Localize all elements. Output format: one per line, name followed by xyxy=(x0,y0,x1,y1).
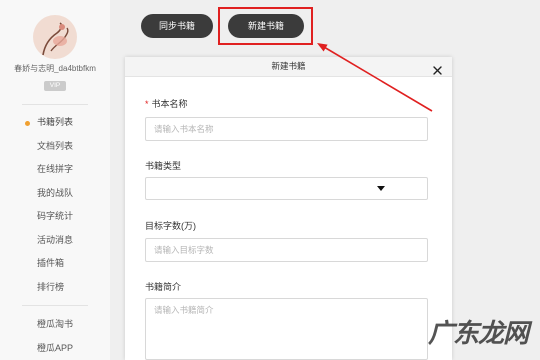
sidebar-item-label: 文档列表 xyxy=(37,140,74,151)
book-name-input[interactable] xyxy=(145,117,428,141)
sidebar-item-label: 码字统计 xyxy=(37,211,74,221)
sidebar-item-label: 活动消息 xyxy=(37,234,74,245)
divider xyxy=(22,305,88,306)
divider xyxy=(22,104,88,105)
sidebar-item-online-writing[interactable]: 在线拼字 xyxy=(0,158,110,182)
avatar[interactable] xyxy=(33,15,77,59)
sidebar-item-label: 我的战队 xyxy=(37,187,74,198)
sidebar-item-app[interactable]: 橙瓜APP xyxy=(0,337,110,360)
sidebar-item-book-store[interactable]: 橙瓜淘书 xyxy=(0,313,110,337)
book-type-select[interactable] xyxy=(145,177,428,200)
sidebar-item-rankings[interactable]: 排行榜 xyxy=(0,276,110,300)
sidebar-item-label: 排行榜 xyxy=(37,281,65,292)
dialog-header: 新建书籍 xyxy=(125,57,452,77)
highlight-box xyxy=(218,7,313,45)
book-name-label-text: 书本名称 xyxy=(151,99,188,109)
sidebar-item-label: 橙瓜APP xyxy=(37,342,74,353)
active-dot-icon xyxy=(25,120,30,126)
sidebar-extra-menu: 橙瓜淘书 橙瓜APP xyxy=(0,313,110,360)
chevron-down-icon xyxy=(377,186,385,191)
target-words-input[interactable] xyxy=(145,238,428,262)
watermark-logo: 广东龙网 xyxy=(428,319,529,349)
sidebar-item-label: 橙瓜淘书 xyxy=(37,319,74,329)
sidebar-item-label: 书籍列表 xyxy=(37,117,74,127)
new-book-dialog: 新建书籍 *书本名称 书籍类型 目标字数(万) 书籍简介 xyxy=(125,57,452,360)
sidebar: 春娇与志明_da4btbfkm VIP 书籍列表 文档列表 在线拼字 我的战队 … xyxy=(0,0,110,360)
sidebar-item-plugins[interactable]: 插件箱 xyxy=(0,252,110,276)
app-window: 春娇与志明_da4btbfkm VIP 书籍列表 文档列表 在线拼字 我的战队 … xyxy=(0,0,540,360)
required-mark: * xyxy=(145,99,149,109)
book-name-label: * 书本名称 xyxy=(145,97,188,110)
vip-badge: VIP xyxy=(44,81,66,91)
sidebar-item-my-team[interactable]: 我的战队 xyxy=(0,182,110,206)
dialog-title: 新建书籍 xyxy=(271,61,306,71)
target-words-label: 目标字数(万) xyxy=(145,221,196,231)
sidebar-item-activity-messages[interactable]: 活动消息 xyxy=(0,229,110,253)
sync-books-button[interactable]: 同步书籍 xyxy=(141,14,213,38)
sidebar-item-document-list[interactable]: 文档列表 xyxy=(0,135,110,159)
book-type-label: 书籍类型 xyxy=(145,161,182,171)
sidebar-item-label: 在线拼字 xyxy=(37,164,74,174)
book-intro-label: 书籍简介 xyxy=(145,282,182,292)
close-icon[interactable] xyxy=(433,62,442,75)
sidebar-menu: 书籍列表 文档列表 在线拼字 我的战队 码字统计 活动消息 插件箱 排行榜 xyxy=(0,111,110,299)
sidebar-item-book-list[interactable]: 书籍列表 xyxy=(0,111,110,135)
username: 春娇与志明_da4btbfkm xyxy=(14,64,96,73)
book-intro-textarea[interactable] xyxy=(145,298,428,360)
sidebar-item-label: 插件箱 xyxy=(37,258,65,268)
sidebar-item-writing-stats[interactable]: 码字统计 xyxy=(0,205,110,229)
